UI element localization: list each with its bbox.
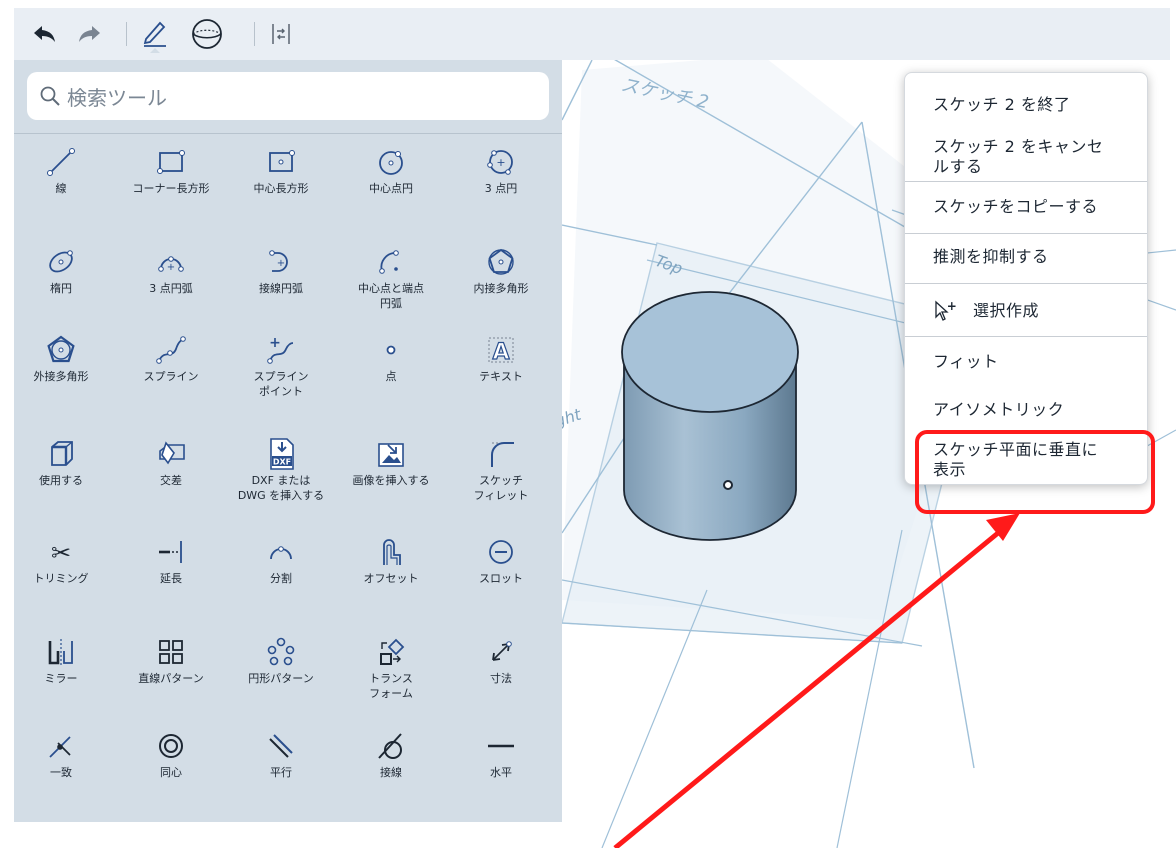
tool-three-point-circle[interactable]: + 3 点円 (446, 144, 556, 196)
tool-trim[interactable]: ✂ トリミング (6, 534, 116, 586)
transform-icon (371, 634, 411, 670)
text-icon: A (481, 332, 521, 368)
extend-icon (151, 534, 191, 570)
tool-coincident[interactable]: 一致 (6, 728, 116, 780)
sketch-tool-panel: 検索ツール 線 コーナー長方形 中心長方形 中心点円 + 3 点円 楕円 + 3… (14, 60, 562, 822)
tool-ellipse[interactable]: 楕円 (6, 244, 116, 296)
svg-text:+: + (269, 335, 281, 351)
tool-use[interactable]: 使用する (6, 436, 116, 488)
split-icon (261, 534, 301, 570)
insert-image-icon (371, 436, 411, 472)
tool-mirror[interactable]: ミラー (6, 634, 116, 686)
svg-text:+: + (167, 262, 175, 273)
svg-text:+: + (277, 258, 285, 269)
linear-pattern-icon (151, 634, 191, 670)
tool-center-circle[interactable]: 中心点円 (336, 144, 446, 196)
tool-tangent-arc[interactable]: + 接線円弧 (226, 244, 336, 296)
tool-text[interactable]: A テキスト (446, 332, 556, 384)
center-point-arc-icon (371, 244, 411, 280)
top-toolbar (14, 8, 1170, 60)
svg-text:+: + (496, 156, 505, 169)
menu-isometric[interactable]: アイソメトリック (933, 400, 1139, 420)
menu-copy-sketch[interactable]: スケッチをコピーする (933, 197, 1139, 217)
use-icon (41, 436, 81, 472)
tool-circular-pattern[interactable]: 円形パターン (226, 634, 336, 686)
tool-dimension[interactable]: 寸法 (446, 634, 556, 686)
search-placeholder: 検索ツール (67, 85, 167, 110)
center-circle-icon (371, 144, 411, 180)
view-cube-icon[interactable] (190, 16, 224, 52)
tool-spline[interactable]: スプライン (116, 332, 226, 384)
menu-cancel-sketch[interactable]: スケッチ 2 をキャンセ ルする (933, 137, 1139, 177)
sketch-fillet-icon (481, 436, 521, 472)
search-input[interactable]: 検索ツール (27, 72, 549, 120)
constraint-panel-icon[interactable] (264, 16, 298, 52)
dimension-icon (481, 634, 521, 670)
tool-inscribed-polygon[interactable]: 内接多角形 (446, 244, 556, 296)
pencil-sketch-icon[interactable] (138, 16, 172, 53)
redo-icon[interactable] (72, 16, 106, 52)
mirror-icon (41, 634, 81, 670)
tool-slot[interactable]: スロット (446, 534, 556, 586)
menu-suppress-inference[interactable]: 推測を抑制する (933, 247, 1139, 267)
menu-finish-sketch[interactable]: スケッチ 2 を終了 (933, 95, 1139, 115)
svg-text:DXF: DXF (273, 458, 291, 467)
tool-center-point-arc[interactable]: 中心点と端点 円弧 (336, 244, 446, 311)
circumscribed-polygon-icon (41, 332, 81, 368)
spline-point-icon: + (261, 332, 301, 368)
tool-circumscribed-polygon[interactable]: 外接多角形 (6, 332, 116, 384)
tangent-icon (371, 728, 411, 764)
tool-horizontal[interactable]: 水平 (446, 728, 556, 780)
inscribed-polygon-icon (481, 244, 521, 280)
cylinder-model[interactable] (621, 291, 799, 541)
menu-fit[interactable]: フィット (933, 352, 1139, 372)
horizontal-icon (481, 728, 521, 764)
corner-rectangle-icon (151, 144, 191, 180)
tool-three-point-arc[interactable]: + 3 点円弧 (116, 244, 226, 296)
trim-icon: ✂ (41, 534, 81, 570)
coincident-icon (41, 728, 81, 764)
svg-text:A: A (492, 340, 509, 365)
line-icon (41, 144, 81, 180)
tool-parallel[interactable]: 平行 (226, 728, 336, 780)
point-icon (371, 332, 411, 368)
intersect-icon (151, 436, 191, 472)
menu-create-selection[interactable]: + 選択作成 (933, 300, 1139, 322)
tool-offset[interactable]: オフセット (336, 534, 446, 586)
concentric-icon (151, 728, 191, 764)
tool-transform[interactable]: トランス フォーム (336, 634, 446, 701)
svg-text:+: + (947, 300, 958, 313)
insert-dxf-icon: DXF (261, 436, 301, 472)
tool-insert-dxf[interactable]: DXF DXF または DWG を挿入する (226, 436, 336, 503)
tool-insert-image[interactable]: 画像を挿入する (336, 436, 446, 488)
parallel-icon (261, 728, 301, 764)
three-point-circle-icon: + (481, 144, 521, 180)
annotation-highlight-box (915, 430, 1155, 514)
undo-icon[interactable] (28, 16, 62, 52)
tool-center-rectangle[interactable]: 中心長方形 (226, 144, 336, 196)
tool-extend[interactable]: 延長 (116, 534, 226, 586)
slot-icon (481, 534, 521, 570)
center-rectangle-icon (261, 144, 301, 180)
tangent-arc-icon: + (261, 244, 301, 280)
tool-point[interactable]: 点 (336, 332, 446, 384)
three-point-arc-icon: + (151, 244, 191, 280)
tool-spline-point[interactable]: + スプライン ポイント (226, 332, 336, 399)
spline-icon (151, 332, 191, 368)
tool-split[interactable]: 分割 (226, 534, 336, 586)
search-icon (39, 85, 61, 107)
tool-line[interactable]: 線 (6, 144, 116, 196)
circular-pattern-icon (261, 634, 301, 670)
offset-icon (371, 534, 411, 570)
context-menu: スケッチ 2 を終了 スケッチ 2 をキャンセ ルする スケッチをコピーする 推… (904, 72, 1148, 485)
tool-linear-pattern[interactable]: 直線パターン (116, 634, 226, 686)
cursor-plus-icon: + (933, 300, 959, 322)
tool-tangent[interactable]: 接線 (336, 728, 446, 780)
svg-text:✂: ✂ (51, 539, 71, 567)
ellipse-icon (41, 244, 81, 280)
tool-corner-rectangle[interactable]: コーナー長方形 (116, 144, 226, 196)
tool-sketch-fillet[interactable]: スケッチ フィレット (446, 436, 556, 503)
tool-intersect[interactable]: 交差 (116, 436, 226, 488)
tool-concentric[interactable]: 同心 (116, 728, 226, 780)
